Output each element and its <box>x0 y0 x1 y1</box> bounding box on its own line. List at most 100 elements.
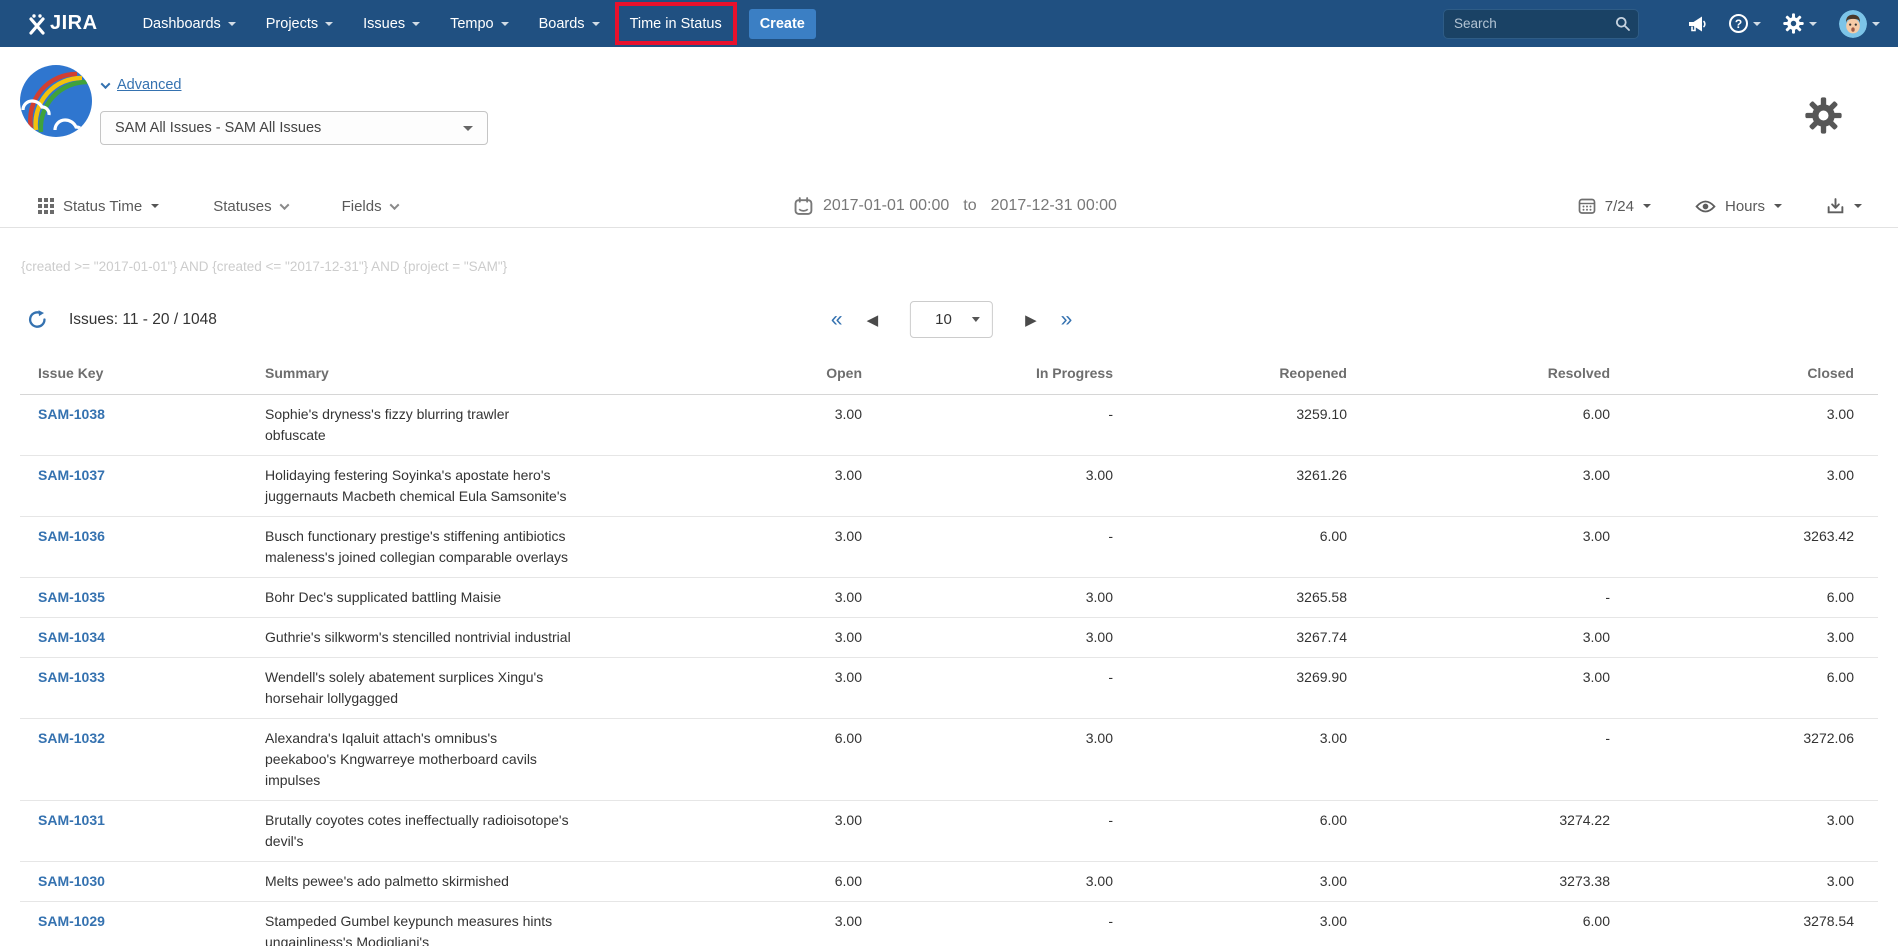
issue-key-link[interactable]: SAM-1033 <box>38 669 105 685</box>
chevron-down-icon <box>1753 22 1761 26</box>
issue-key-link[interactable]: SAM-1029 <box>38 913 105 929</box>
page-size-select[interactable]: 10 <box>910 301 993 338</box>
in-progress-value: 3.00 <box>862 719 1113 801</box>
next-page-button[interactable]: ▶ <box>1011 305 1051 335</box>
table-row: SAM-1029 Stampeded Gumbel keypunch measu… <box>20 902 1878 946</box>
search-icon[interactable] <box>1615 16 1631 32</box>
issue-key-link[interactable]: SAM-1032 <box>38 730 105 746</box>
open-value: 3.00 <box>650 395 862 456</box>
prev-page-button[interactable]: ◀ <box>853 305 893 335</box>
table-row: SAM-1030 Melts pewee's ado palmetto skir… <box>20 862 1878 902</box>
in-progress-value: 3.00 <box>862 456 1113 517</box>
date-range-picker[interactable]: 2017-01-01 00:00 to 2017-12-31 00:00 <box>794 185 1117 227</box>
calendar-grid-icon <box>1578 197 1596 215</box>
report-toolbar: Status Time Statuses Fields 2017-01-01 0… <box>0 185 1898 228</box>
table-row: SAM-1036 Busch functionary prestige's st… <box>20 517 1878 578</box>
closed-value: 3.00 <box>1610 456 1878 517</box>
jql-query-text: {created >= "2017-01-01"} AND {created <… <box>21 259 507 274</box>
statuses-dropdown[interactable]: Statuses <box>213 198 287 215</box>
resolved-value: - <box>1347 719 1610 801</box>
issue-summary: Guthrie's silkworm's stencilled nontrivi… <box>265 618 650 658</box>
chevron-down-icon <box>501 22 509 26</box>
day-format-dropdown[interactable]: 7/24 <box>1578 197 1651 215</box>
admin-settings-menu[interactable] <box>1783 13 1817 34</box>
nav-tempo[interactable]: Tempo <box>435 0 524 47</box>
filter-select[interactable]: SAM All Issues - SAM All Issues <box>100 111 488 145</box>
date-to: 2017-12-31 00:00 <box>991 197 1117 215</box>
resolved-value: - <box>1347 578 1610 618</box>
col-header-reopened: Reopened <box>1113 365 1347 395</box>
nav-issues[interactable]: Issues <box>348 0 435 47</box>
jira-logo[interactable]: JIRA <box>26 12 98 35</box>
issue-key-link[interactable]: SAM-1031 <box>38 812 105 828</box>
reopened-value: 3.00 <box>1113 902 1347 946</box>
issue-summary: Brutally coyotes cotes ineffectually rad… <box>265 801 650 862</box>
chevron-down-icon <box>228 22 236 26</box>
open-value: 3.00 <box>650 618 862 658</box>
in-progress-value: - <box>862 658 1113 719</box>
red-annotation-box: Time in Status <box>615 2 737 45</box>
gear-icon <box>1805 97 1842 134</box>
table-header-row: Issue Key Summary Open In Progress Reope… <box>20 365 1878 395</box>
closed-value: 6.00 <box>1610 578 1878 618</box>
closed-value: 3272.06 <box>1610 719 1878 801</box>
issue-summary: Alexandra's Iqaluit attach's omnibus's p… <box>265 719 650 801</box>
reopened-value: 3267.74 <box>1113 618 1347 658</box>
navbar-right-group: ? <box>1443 9 1880 39</box>
unit-dropdown[interactable]: Hours <box>1695 198 1782 215</box>
chevron-down-icon <box>1643 204 1651 208</box>
jira-time-in-status-page: JIRA Dashboards Projects Issues Tempo Bo… <box>0 0 1898 946</box>
nav-dashboards[interactable]: Dashboards <box>128 0 251 47</box>
report-type-dropdown[interactable]: Status Time <box>38 198 159 215</box>
issue-key-link[interactable]: SAM-1037 <box>38 467 105 483</box>
export-download-icon <box>1826 197 1845 216</box>
col-header-closed: Closed <box>1610 365 1878 395</box>
table-row: SAM-1038 Sophie's dryness's fizzy blurri… <box>20 395 1878 456</box>
export-dropdown[interactable] <box>1826 197 1862 216</box>
advanced-toggle-link[interactable]: Advanced <box>102 77 182 93</box>
issue-key-link[interactable]: SAM-1035 <box>38 589 105 605</box>
issue-summary: Wendell's solely abatement surplices Xin… <box>265 658 650 719</box>
nav-projects[interactable]: Projects <box>251 0 348 47</box>
reopened-value: 3.00 <box>1113 862 1347 902</box>
in-progress-value: - <box>862 517 1113 578</box>
open-value: 3.00 <box>650 578 862 618</box>
date-separator: to <box>959 197 980 215</box>
reopened-value: 6.00 <box>1113 517 1347 578</box>
chevron-down-icon <box>151 204 159 208</box>
resolved-value: 3.00 <box>1347 658 1610 719</box>
refresh-icon[interactable] <box>28 310 47 329</box>
in-progress-value: - <box>862 902 1113 946</box>
first-page-button[interactable]: « <box>821 302 853 338</box>
nav-boards[interactable]: Boards <box>524 0 615 47</box>
open-value: 3.00 <box>650 801 862 862</box>
resolved-value: 3273.38 <box>1347 862 1610 902</box>
table-row: SAM-1031 Brutally coyotes cotes ineffect… <box>20 801 1878 862</box>
issue-key-link[interactable]: SAM-1030 <box>38 873 105 889</box>
issue-key-link[interactable]: SAM-1036 <box>38 528 105 544</box>
issue-key-link[interactable]: SAM-1038 <box>38 406 105 422</box>
table-row: SAM-1034 Guthrie's silkworm's stencilled… <box>20 618 1878 658</box>
search-input[interactable] <box>1443 9 1639 39</box>
app-settings-gear-button[interactable] <box>1805 97 1842 139</box>
chevron-down-icon <box>1872 22 1880 26</box>
create-button[interactable]: Create <box>749 9 816 39</box>
closed-value: 6.00 <box>1610 658 1878 719</box>
last-page-button[interactable]: » <box>1051 302 1083 338</box>
help-menu[interactable]: ? <box>1729 14 1761 33</box>
open-value: 3.00 <box>650 658 862 719</box>
chevron-down-icon <box>279 200 289 210</box>
nav-time-in-status[interactable]: Time in Status <box>619 6 733 41</box>
issue-summary: Bohr Dec's supplicated battling Maisie <box>265 578 650 618</box>
issue-summary: Busch functionary prestige's stiffening … <box>265 517 650 578</box>
closed-value: 3.00 <box>1610 862 1878 902</box>
resolved-value: 6.00 <box>1347 902 1610 946</box>
fields-dropdown[interactable]: Fields <box>342 198 398 215</box>
resolved-value: 6.00 <box>1347 395 1610 456</box>
user-profile-menu[interactable] <box>1839 10 1880 38</box>
reopened-value: 3265.58 <box>1113 578 1347 618</box>
announcements-button[interactable] <box>1687 14 1707 34</box>
in-progress-value: - <box>862 395 1113 456</box>
issue-key-link[interactable]: SAM-1034 <box>38 629 105 645</box>
results-bar: Issues: 11 - 20 / 1048 « ◀ 10 ▶ » <box>0 298 1898 346</box>
